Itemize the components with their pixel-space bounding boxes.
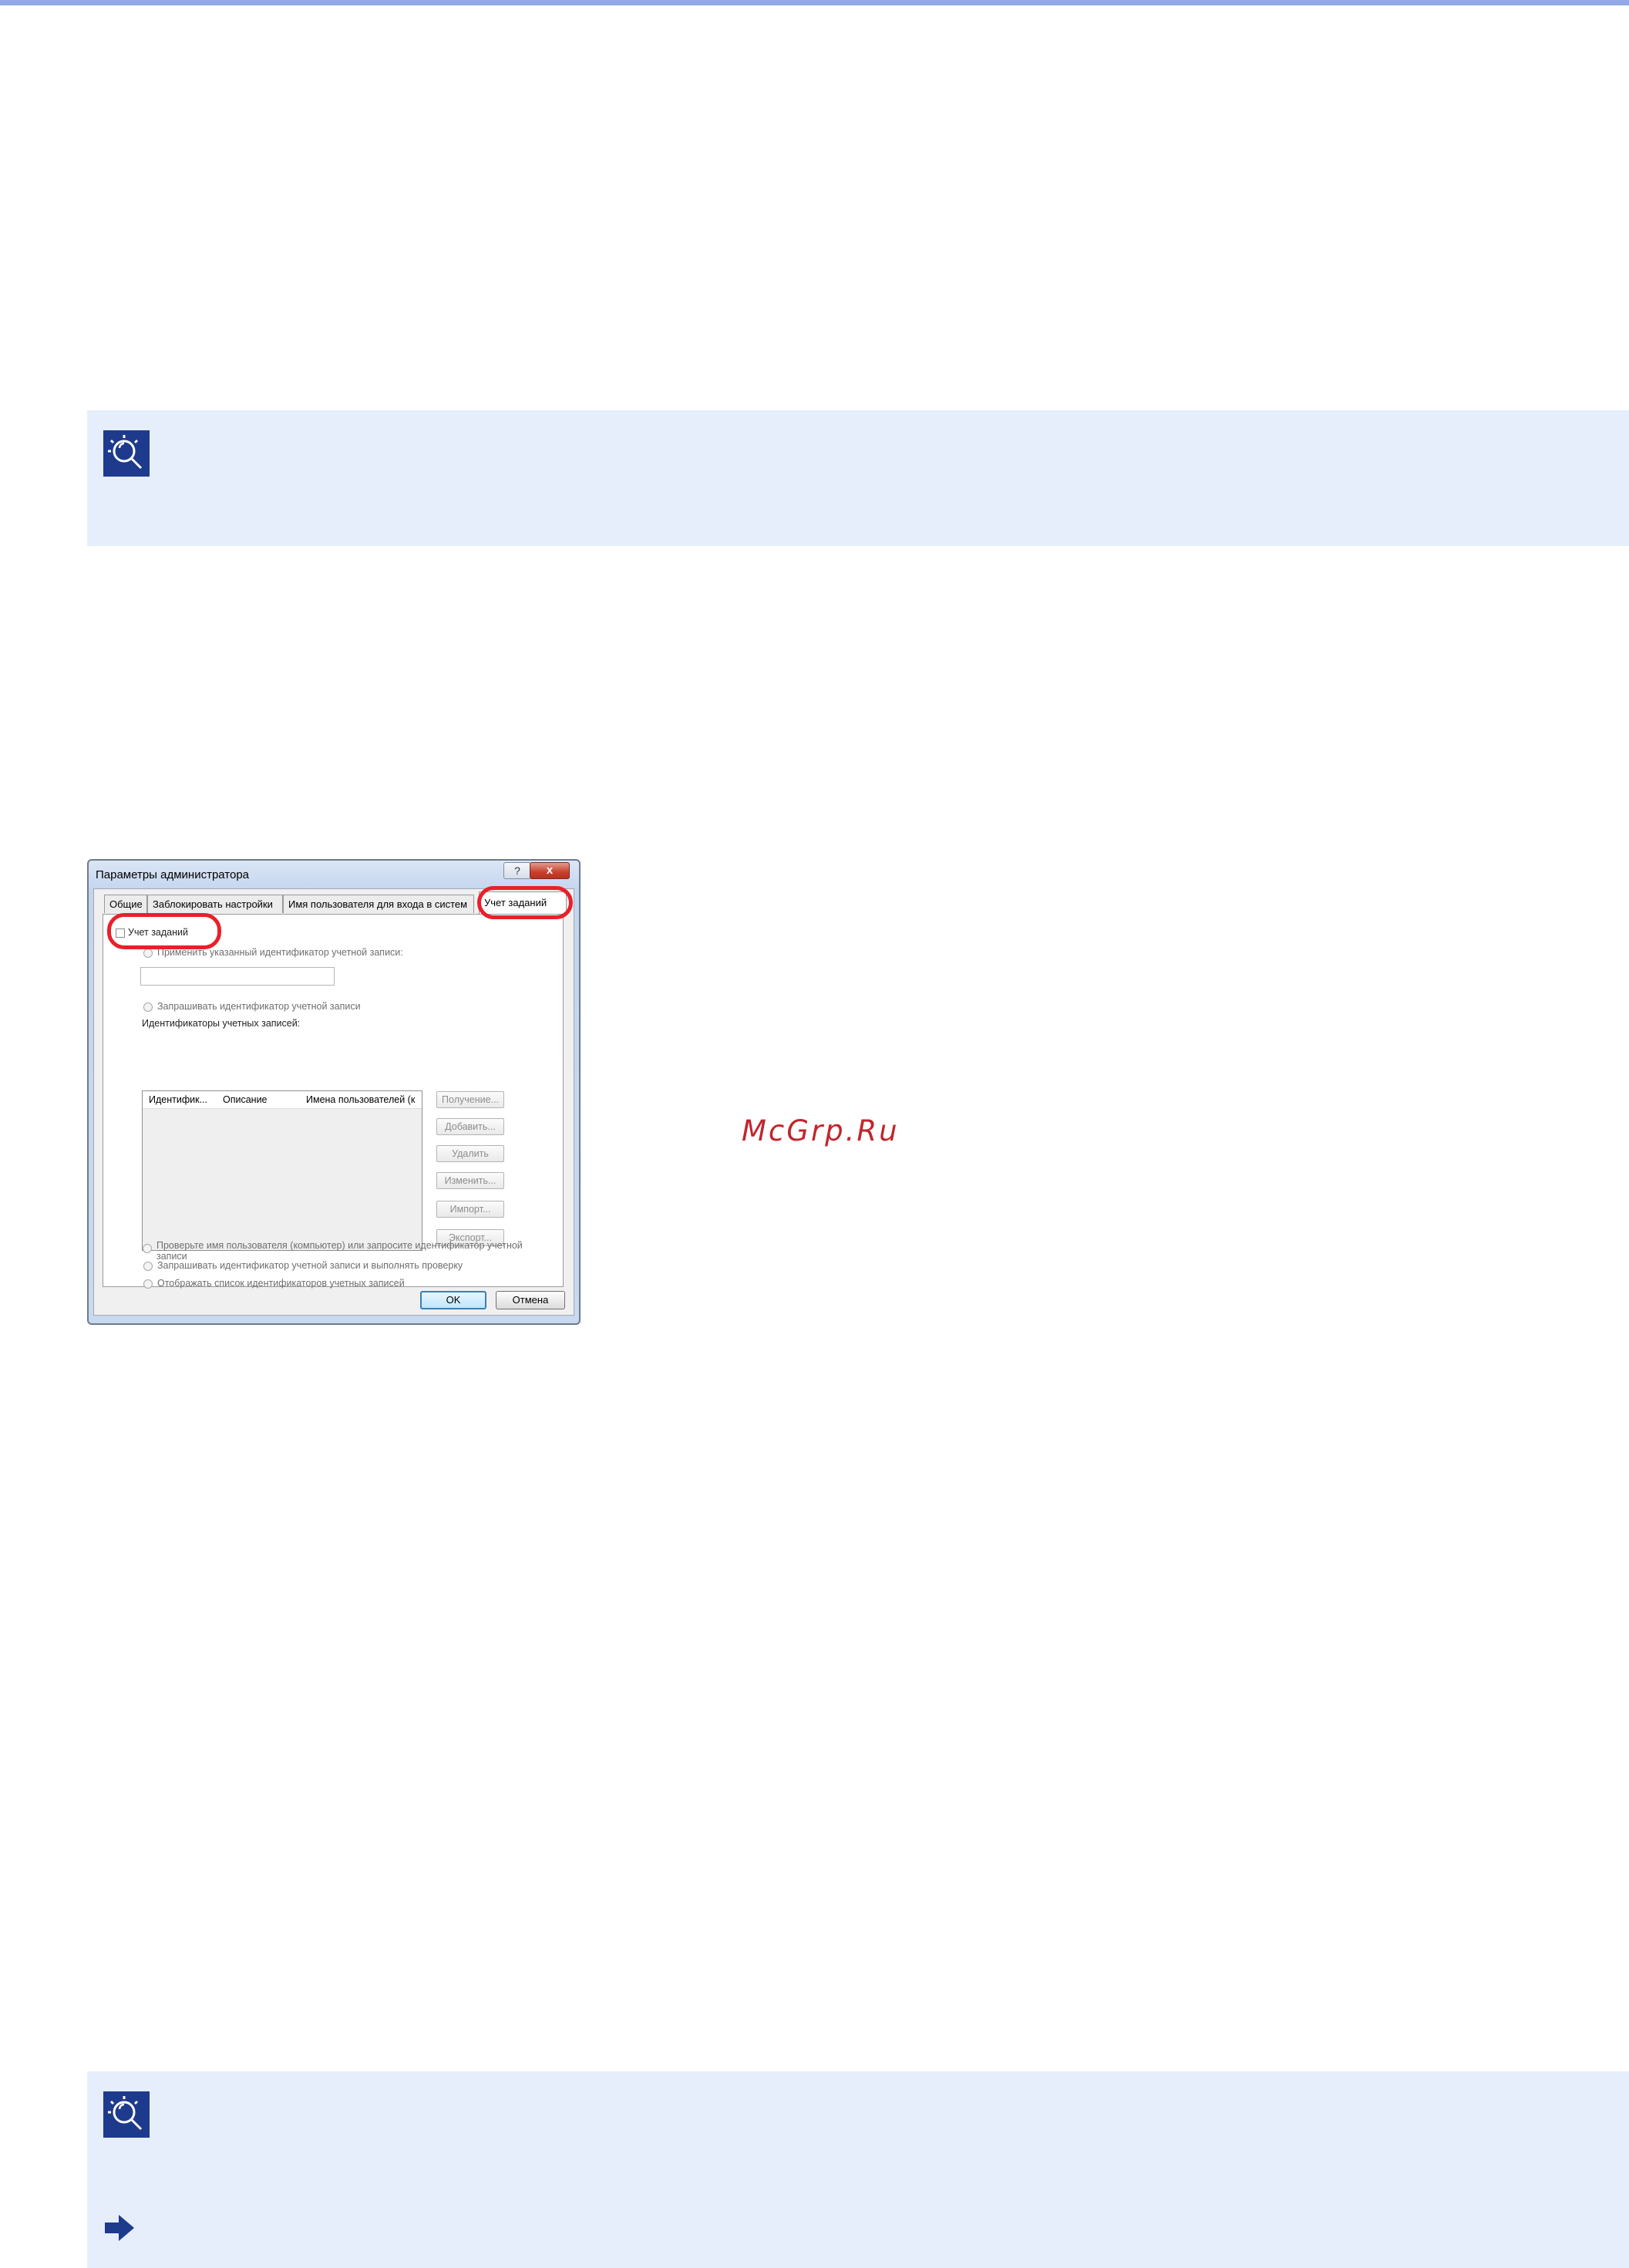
display-list-radio[interactable] [143, 1279, 153, 1289]
column-user-names[interactable]: Имена пользователей (к [306, 1094, 420, 1105]
help-button[interactable]: ? [503, 862, 531, 879]
note-box-2 [87, 2071, 1629, 2268]
close-button[interactable]: x [530, 862, 570, 879]
display-list-label: Отображать список идентификаторов учетны… [157, 1278, 405, 1289]
edit-button[interactable]: Изменить... [436, 1172, 504, 1189]
watermark: McGrp.Ru [742, 1114, 900, 1147]
accounts-list-label: Идентификаторы учетных записей: [142, 1018, 301, 1029]
import-button[interactable]: Импорт... [436, 1201, 504, 1218]
ok-button[interactable]: OK [420, 1291, 486, 1309]
prompt-id-label: Запрашивать идентификатор учетной записи [157, 1001, 361, 1012]
column-account-id[interactable]: Идентифик... [149, 1094, 218, 1105]
admin-settings-dialog: Параметры администратора ? x Общие Забло… [87, 859, 581, 1325]
highlight-job-accounting-tab [477, 886, 573, 919]
verify-user-label-line-2: записи [157, 1251, 187, 1262]
verify-user-radio[interactable] [143, 1244, 152, 1253]
lightbulb-note-icon [103, 430, 150, 477]
verify-user-label-line-1: Проверьте имя пользователя (компьютер) и… [157, 1240, 523, 1251]
add-button[interactable]: Добавить... [436, 1118, 504, 1135]
arrow-right-icon [105, 2215, 134, 2241]
note-box-1 [87, 410, 1629, 546]
cancel-button[interactable]: Отмена [496, 1291, 565, 1309]
tab-login-user-name[interactable]: Имя пользователя для входа в систем [283, 895, 474, 913]
top-rule [0, 0, 1629, 5]
prompt-validate-radio[interactable] [143, 1262, 153, 1271]
use-specified-id-radio[interactable] [143, 949, 153, 958]
accounts-list-header: Идентифик... Описание Имена пользователе… [143, 1091, 422, 1109]
tab-lock-settings[interactable]: Заблокировать настройки [147, 895, 283, 913]
highlight-job-accounting-checkbox [107, 913, 221, 949]
tab-general[interactable]: Общие [104, 895, 147, 913]
prompt-id-radio[interactable] [143, 1003, 153, 1012]
job-accounting-panel: Учет заданий Применить указанный идентиф… [103, 914, 564, 1289]
retrieve-button[interactable]: Получение... [436, 1091, 504, 1108]
delete-button[interactable]: Удалить [436, 1145, 504, 1162]
lightbulb-note-icon [103, 2091, 150, 2138]
account-id-input[interactable] [140, 967, 335, 986]
column-description[interactable]: Описание [223, 1094, 300, 1105]
dialog-title: Параметры администратора [96, 868, 250, 881]
accounts-list[interactable]: Идентифик... Описание Имена пользователе… [142, 1090, 422, 1251]
prompt-validate-label: Запрашивать идентификатор учетной записи… [157, 1260, 463, 1271]
